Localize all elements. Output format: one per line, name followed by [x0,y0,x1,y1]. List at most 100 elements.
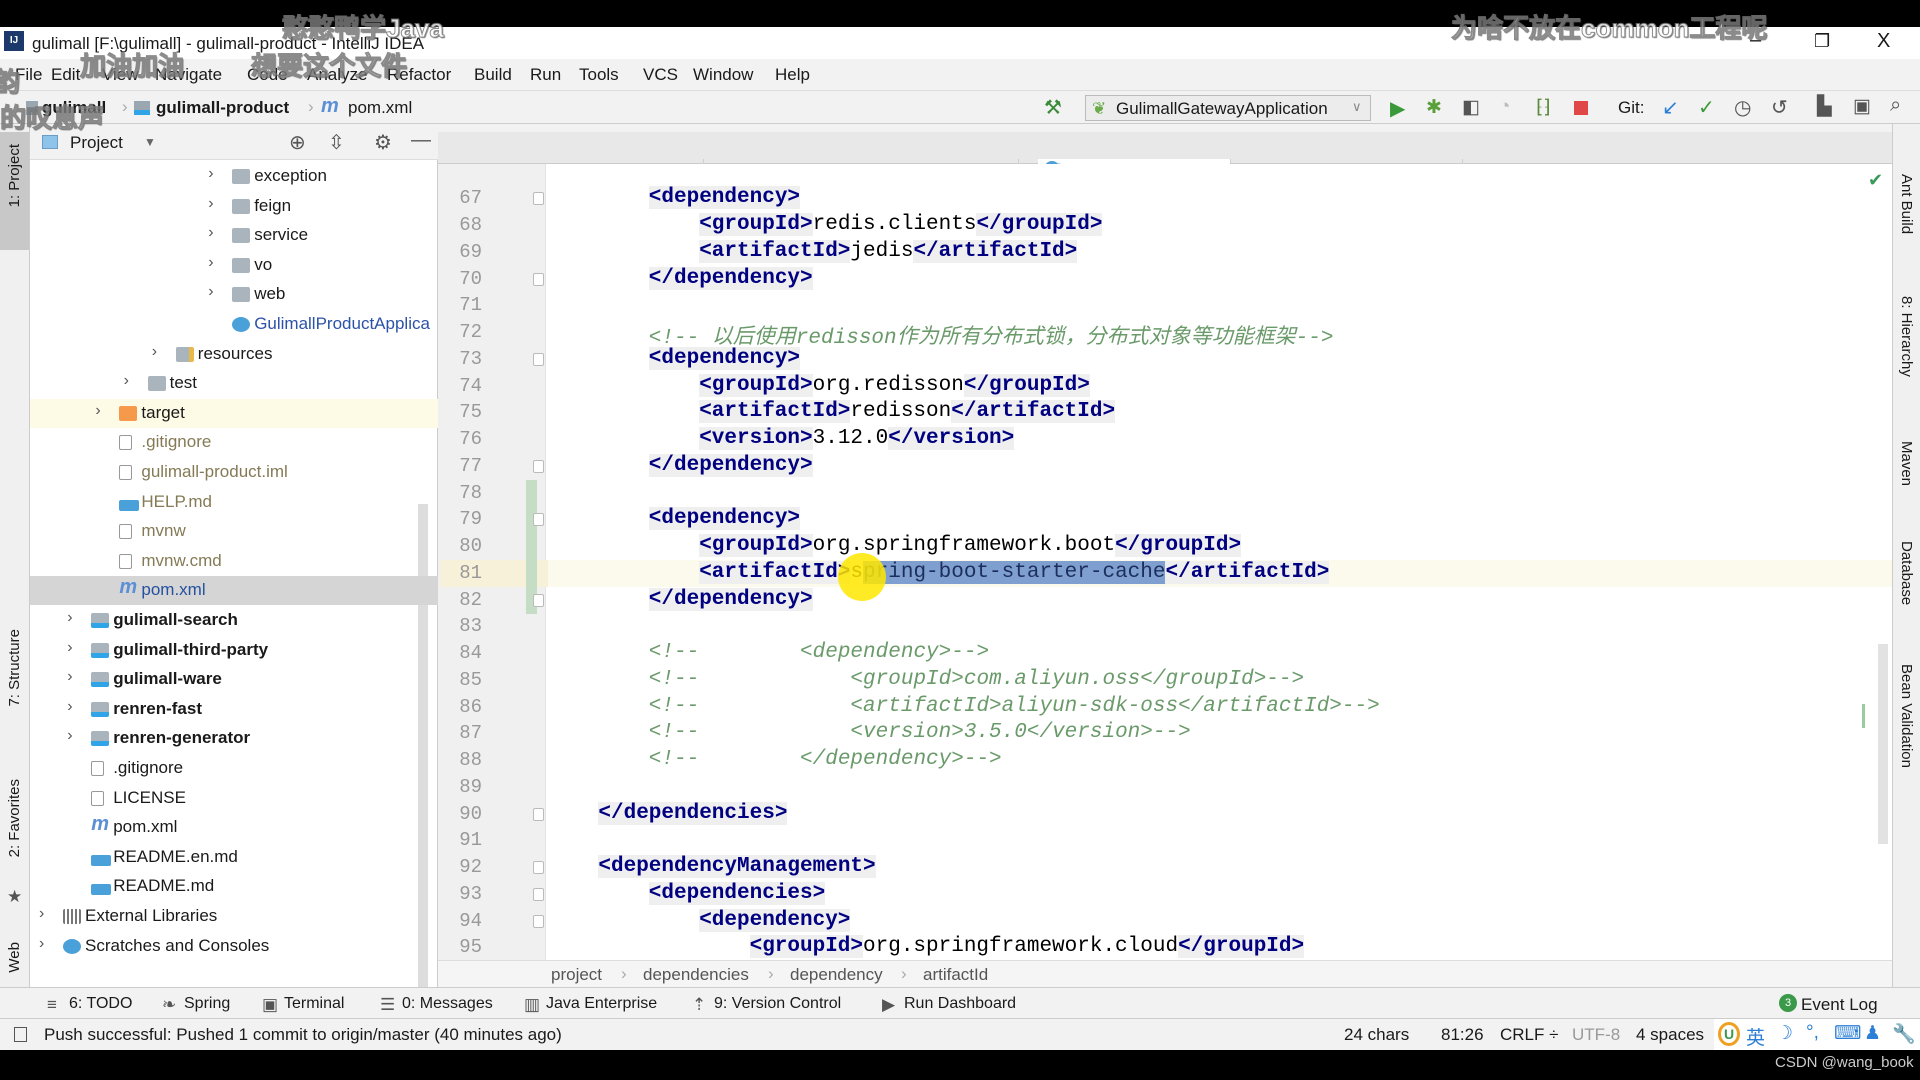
tree-item[interactable]: gulimall-product.iml [30,458,438,487]
tool-window-button[interactable]: Spring [184,995,230,1013]
chevron-right-icon[interactable]: › [208,283,213,301]
menu-window[interactable]: Window [693,65,753,85]
code-line[interactable]: 79 <dependency> [440,506,1892,534]
code-line[interactable]: 80 <groupId>org.springframework.boot</gro… [440,533,1892,560]
code-line[interactable]: 90 </dependencies> [440,801,1892,828]
tree-item[interactable]: › renren-generator [30,724,438,753]
editor[interactable]: 67 <dependency> 68 <groupId>redis.clients</… [438,164,1892,987]
tree-item[interactable]: mvnw.cmd [30,547,438,576]
build-hammer-icon[interactable]: ⚒ [1044,95,1062,120]
code-line[interactable]: 81 <artifactId>spring-boot-starter-cache<… [440,559,1892,587]
fold-icon[interactable] [533,914,544,928]
code-line[interactable]: 70 </dependency> [440,266,1892,293]
tree-item[interactable]: › External Libraries [30,902,438,931]
attach-debugger-icon[interactable]: ⁅⁆ [1536,96,1551,119]
chevron-right-icon[interactable]: › [67,639,72,657]
notification-icon[interactable] [14,1027,27,1042]
tree-item[interactable]: mvnw [30,517,438,546]
chevron-right-icon[interactable]: › [67,668,72,686]
tree-item[interactable]: › exception [30,162,438,191]
moon-icon[interactable]: ☽ [1776,1022,1793,1045]
coverage-icon[interactable]: ◧ [1462,96,1480,119]
tree-item[interactable]: GulimallProductApplica [30,310,438,339]
menu-tools[interactable]: Tools [579,65,619,85]
menu-run[interactable]: Run [530,65,561,85]
code-line[interactable]: 82 </dependency> [440,586,1892,614]
tree-item[interactable]: › service [30,221,438,250]
chevron-right-icon[interactable]: › [152,343,157,361]
file-encoding[interactable]: UTF-8 [1572,1025,1620,1045]
tool-window-button[interactable]: Java Enterprise [546,995,657,1013]
project-view-selector[interactable]: Project [70,133,123,153]
code-line[interactable]: 94 <dependency> [440,908,1892,935]
fold-icon[interactable] [533,352,544,366]
inspection-ok-icon[interactable]: ✔ [1868,170,1883,191]
ime-language-toggle[interactable]: 英 [1746,1023,1765,1050]
chevron-right-icon[interactable]: › [208,195,213,213]
code-line[interactable]: 71 [440,292,1892,319]
code-line[interactable]: 83 [440,613,1892,640]
tree-item[interactable]: › gulimall-search [30,606,438,635]
caret-position[interactable]: 81:26 [1441,1025,1484,1045]
code-line[interactable]: 85 <!-- <groupId>com.aliyun.oss</groupId>… [440,667,1892,694]
tree-item[interactable]: › gulimall-third-party [30,636,438,665]
tree-item[interactable]: README.md [30,872,438,901]
chevron-right-icon[interactable]: › [208,254,213,272]
tree-item[interactable]: › Scratches and Consoles [30,932,438,961]
tree-item[interactable]: › resources [30,340,438,369]
history-icon[interactable]: ◷ [1734,95,1751,120]
nav-crumb-file[interactable]: pom.xml [348,98,412,118]
debug-icon[interactable]: ✱ [1426,96,1442,119]
tree-item[interactable]: › renren-fast [30,695,438,724]
tool-window-button[interactable]: 9: Version Control [714,995,841,1013]
stripe-project-button[interactable]: 1: Project [0,132,29,250]
close-button[interactable]: X [1877,30,1890,53]
code-line[interactable]: 67 <dependency> [440,185,1892,212]
code-line[interactable]: 88 <!-- </dependency>--> [440,747,1892,774]
keyboard-icon[interactable]: ⌨ [1834,1022,1861,1045]
chevron-right-icon[interactable]: › [208,165,213,183]
code-line[interactable]: 89 [440,774,1892,801]
stripe-structure-button[interactable]: 7: Structure [0,629,29,749]
chevron-right-icon[interactable]: › [39,935,44,953]
run-icon[interactable]: ▶ [1390,96,1405,121]
tool-window-button[interactable]: Run Dashboard [904,995,1016,1013]
tree-item[interactable]: .gitignore [30,428,438,457]
tree-item[interactable]: › feign [30,192,438,221]
tree-item[interactable]: HELP.md [30,488,438,517]
menu-edit[interactable]: Edit [51,65,80,85]
tree-item[interactable]: › target [30,398,438,428]
indent-setting[interactable]: 4 spaces [1636,1025,1704,1045]
restore-button[interactable]: ❐ [1814,31,1830,52]
collapse-all-icon[interactable]: ⇳ [328,130,345,155]
code-line[interactable]: 69 <artifactId>jedis</artifactId> [440,239,1892,266]
breadcrumb-item[interactable]: dependencies [643,965,749,985]
fold-icon[interactable] [533,459,544,473]
menu-help[interactable]: Help [775,65,810,85]
profile-icon[interactable]: ◔ [1499,96,1510,118]
punctuation-icon[interactable]: °, [1806,1022,1819,1044]
revert-icon[interactable]: ↺ [1771,95,1788,120]
tree-item[interactable]: m pom.xml [30,576,438,606]
code-line[interactable]: 86 <!-- <artifactId>aliyun-sdk-oss</artif… [440,694,1892,721]
code-line[interactable]: 91 [440,827,1892,854]
code-line[interactable]: 72 <!-- 以后使用redisson作为所有分布式锁，分布式对象等功能框架--… [440,319,1892,350]
breadcrumb-item[interactable]: dependency [790,965,883,985]
tree-item[interactable]: › vo [30,251,438,280]
chevron-right-icon[interactable]: › [124,372,129,390]
tree-item[interactable]: › web [30,280,438,309]
code-line[interactable]: 77 </dependency> [440,453,1892,480]
tool-window-button[interactable]: 0: Messages [402,995,493,1013]
chevron-right-icon[interactable]: › [208,224,213,242]
wrench-icon[interactable]: 🔧 [1892,1022,1916,1046]
project-structure-icon[interactable]: ▙ [1817,95,1832,118]
tree-item[interactable]: LICENSE [30,784,438,813]
code-line[interactable]: 92 <dependencyManagement> [440,854,1892,881]
fold-icon[interactable] [533,513,544,527]
tool-window-button[interactable]: 6: TODO [69,995,132,1013]
locate-icon[interactable]: ⊕ [289,130,306,155]
chevron-right-icon[interactable]: › [39,905,44,923]
git-commit-icon[interactable]: ✓ [1698,95,1715,120]
tree-item[interactable]: › gulimall-ware [30,665,438,694]
fold-icon[interactable] [533,807,544,821]
